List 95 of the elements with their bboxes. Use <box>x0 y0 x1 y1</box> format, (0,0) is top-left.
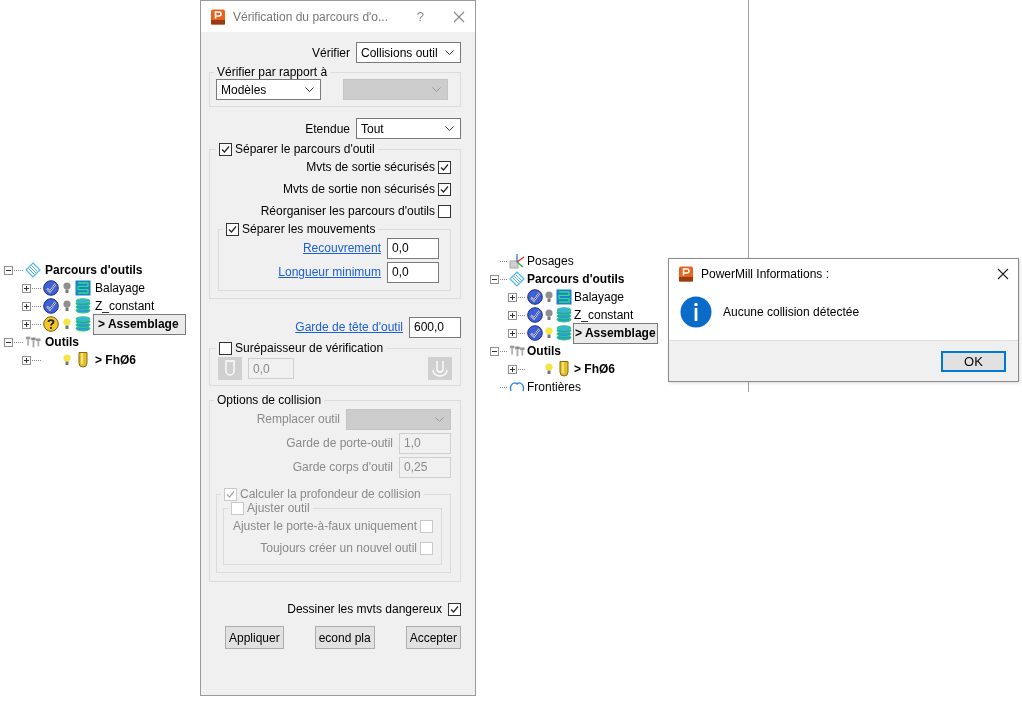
stack-icon <box>75 298 91 314</box>
expander-icon[interactable] <box>508 328 517 338</box>
tool-icon <box>222 359 238 378</box>
checkbox[interactable] <box>219 341 232 355</box>
tree-item[interactable]: Parcours d'outils <box>43 261 145 279</box>
bulb-icon[interactable] <box>545 290 553 304</box>
window-title: Vérification du parcours d'o... <box>233 9 389 24</box>
tree-item[interactable]: Balayage <box>93 279 148 297</box>
link[interactable]: Recouvrement <box>302 241 381 255</box>
bulb-icon[interactable] <box>545 308 553 322</box>
tree-item[interactable]: Frontières <box>526 378 583 396</box>
group-label: Vérifier par rapport à <box>217 65 328 79</box>
tree-item[interactable]: Z_constant <box>93 297 157 315</box>
input-field[interactable]: 0,0 <box>387 261 439 283</box>
checkbox-label: Séparer les mouvements <box>242 222 376 236</box>
checkbox-label: Ajuster outil <box>247 501 310 515</box>
expander-icon[interactable] <box>22 319 31 329</box>
zigzag-icon <box>75 280 91 296</box>
checkbox[interactable] <box>438 204 451 218</box>
diamond-icon <box>25 262 41 278</box>
tree-item[interactable]: > FhØ6 <box>93 351 138 369</box>
input-field[interactable]: 600,0 <box>409 316 461 338</box>
tool-icon <box>75 352 91 368</box>
dropdown[interactable]: Tout <box>356 118 461 139</box>
tools-icon <box>509 343 525 359</box>
lit-bulb-icon[interactable] <box>545 362 553 376</box>
field-label: Vérifier <box>312 45 350 60</box>
tree-item[interactable]: Outils <box>526 342 562 360</box>
field-label: Garde de porte-outil <box>286 436 393 450</box>
lit-bulb-icon[interactable] <box>63 317 71 331</box>
tree-item[interactable]: Parcours d'outils <box>526 270 626 288</box>
dropdown[interactable]: Collisions outil <box>356 42 461 63</box>
ok-button[interactable]: OK <box>941 350 1006 372</box>
checkbox-label: Réorganiser les parcours d'outils <box>260 204 435 218</box>
dialog-button[interactable]: Accepter <box>405 626 461 649</box>
stack-icon <box>556 325 572 341</box>
checkbox[interactable] <box>219 142 232 156</box>
tree-item[interactable]: Balayage <box>573 288 626 306</box>
tools-icon <box>25 334 41 350</box>
checkbox-label: Ajuster le porte-à-faux uniquement <box>232 519 417 533</box>
field-label: Garde corps d'outil <box>292 460 393 474</box>
checkbox-label: Toujours créer un nouvel outil <box>260 541 417 555</box>
lit-bulb-icon[interactable] <box>63 353 71 367</box>
message-text: Aucune collision détectée <box>723 305 860 319</box>
checkbox-label: Séparer le parcours d'outil <box>235 142 375 156</box>
stack-icon <box>556 307 572 323</box>
axes-icon <box>509 253 525 269</box>
tree-item[interactable]: Z_constant <box>573 306 635 324</box>
expander-icon[interactable] <box>4 265 13 275</box>
expander-icon[interactable] <box>508 310 517 320</box>
checkbox-label: Dessiner les mvts dangereux <box>287 602 442 616</box>
input-field[interactable]: 0,0 <box>387 237 439 259</box>
diamond-icon <box>509 271 525 287</box>
expander-icon[interactable] <box>508 364 517 374</box>
expander-icon[interactable] <box>22 301 31 311</box>
checkbox-label: Mvts de sortie sécurisés <box>306 160 435 174</box>
link[interactable]: Longueur minimum <box>278 265 381 279</box>
bulb-icon[interactable] <box>63 299 71 313</box>
checkbox-label: Surépaisseur de vérification <box>235 341 384 355</box>
tool-icon <box>556 361 572 377</box>
window-title: PowerMill Informations : <box>701 266 830 281</box>
dialog-button[interactable]: econd pla <box>314 626 375 649</box>
checkbox[interactable] <box>448 602 461 616</box>
zigzag-icon <box>556 289 572 305</box>
checkbox[interactable] <box>438 160 451 174</box>
tree-item[interactable]: > Assemblage <box>93 313 186 335</box>
app-icon <box>678 265 694 282</box>
dialog-button[interactable]: Appliquer <box>225 626 284 649</box>
expander-icon[interactable] <box>22 283 31 293</box>
bulb-icon[interactable] <box>63 281 71 295</box>
tree-item[interactable]: Posages <box>526 252 575 270</box>
expander-icon[interactable] <box>508 292 517 302</box>
close-icon[interactable] <box>997 267 1009 280</box>
help-button[interactable]: ? <box>416 9 424 24</box>
checkbox[interactable] <box>438 182 451 196</box>
field-label: Remplacer outil <box>256 412 340 426</box>
checkbox-label: Mvts de sortie non sécurisés <box>282 182 435 196</box>
tree-item[interactable]: > Assemblage <box>573 322 658 344</box>
group-label: Options de collision <box>217 393 322 407</box>
checkbox[interactable] <box>226 222 239 236</box>
app-icon <box>210 8 226 25</box>
expander-icon[interactable] <box>490 274 499 284</box>
tree-item[interactable]: > FhØ6 <box>573 360 616 378</box>
link[interactable]: Garde de tête d'outil <box>295 320 403 334</box>
expander-icon[interactable] <box>22 355 31 365</box>
lit-bulb-icon[interactable] <box>545 326 553 340</box>
expander-icon[interactable] <box>4 337 13 347</box>
tool-icon <box>431 359 449 378</box>
checkbox-label: Calculer la profondeur de collision <box>240 487 421 501</box>
field-label: Etendue <box>305 121 350 136</box>
expander-icon[interactable] <box>490 346 499 356</box>
dropdown[interactable]: Modèles <box>216 79 321 100</box>
stack-icon <box>75 316 91 332</box>
tree-item[interactable]: Outils <box>43 333 81 351</box>
info-icon <box>680 296 712 328</box>
